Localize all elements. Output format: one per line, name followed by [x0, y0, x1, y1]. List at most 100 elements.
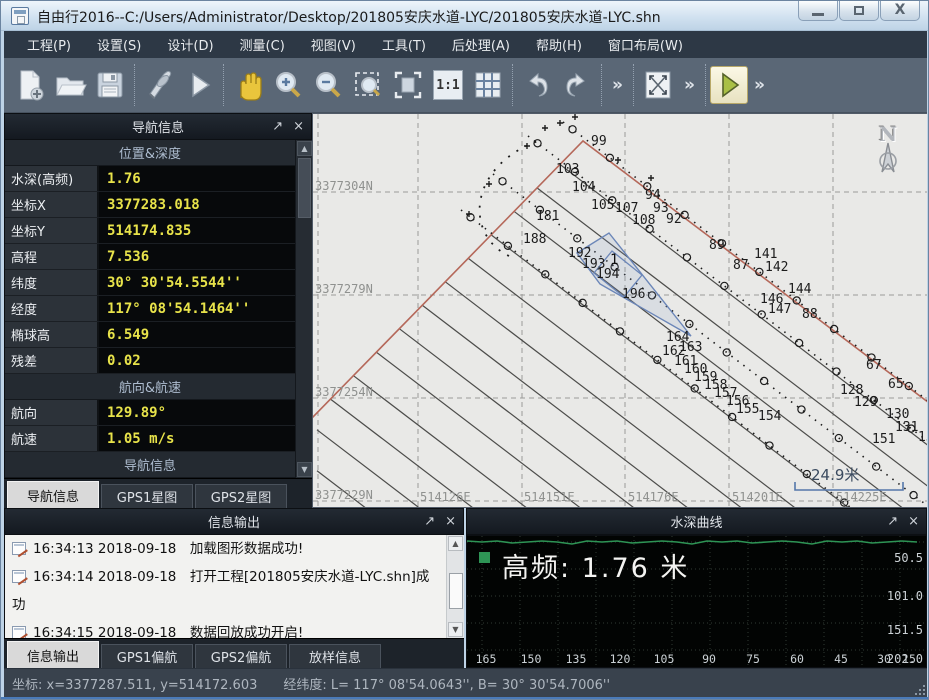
menu-item-5[interactable]: 视图(V)	[298, 31, 369, 58]
grid-toggle-button[interactable]	[468, 65, 508, 105]
minimize-button[interactable]	[798, 1, 838, 21]
info-panel-header[interactable]: 信息输出 ↗ ×	[4, 508, 464, 535]
menu-item-2[interactable]: 设置(S)	[84, 31, 154, 58]
svg-text:50.5: 50.5	[894, 551, 923, 565]
replay-play-button[interactable]	[179, 65, 219, 105]
close-button[interactable]: X	[880, 1, 920, 21]
toolbar-overflow-chevron[interactable]: »	[606, 75, 629, 95]
open-folder-button[interactable]	[50, 65, 90, 105]
scroll-down-icon[interactable]: ▼	[448, 622, 463, 637]
menu-item-4[interactable]: 测量(C)	[227, 31, 298, 58]
log-entry: 16:34:15 2018-09-18 数据回放成功开启!	[5, 619, 437, 638]
info-tab-3[interactable]: GPS2偏航	[195, 644, 287, 668]
nav-data-row: 水深(高频)1.76	[5, 166, 295, 192]
nav-data-row: 航向129.89°	[5, 400, 295, 426]
fit-view-button[interactable]	[388, 65, 428, 105]
nav-field-value: 30° 30'54.5544''	[99, 270, 295, 295]
sounding-point-label: 103	[556, 162, 579, 177]
svg-text:151.5: 151.5	[887, 623, 923, 637]
log-scrollbar[interactable]: ▲ ▼	[446, 535, 464, 638]
sounding-point-label: 105	[591, 198, 614, 213]
fit-view-icon	[391, 68, 425, 102]
fullscreen-expand-button[interactable]	[638, 65, 678, 105]
menu-item-9[interactable]: 窗口布局(W)	[595, 31, 696, 58]
save-button[interactable]	[90, 65, 130, 105]
zoom-window-button[interactable]	[348, 65, 388, 105]
zoom-out-button[interactable]	[308, 65, 348, 105]
svg-text:45: 45	[834, 652, 848, 666]
nav-tab-3[interactable]: GPS2星图	[195, 484, 287, 508]
nav-tab-2[interactable]: GPS1星图	[101, 484, 193, 508]
nav-data-row: 椭球高6.549	[5, 322, 295, 348]
sounding-point-label: 67	[866, 358, 882, 373]
sounding-point-label: 131	[895, 420, 918, 435]
nav-field-value: 7.536	[99, 244, 295, 269]
pan-hand-button[interactable]	[228, 65, 268, 105]
toolbar-overflow-chevron[interactable]: »	[748, 75, 771, 95]
message-log[interactable]: 16:34:13 2018-09-18 加载图形数据成功!16:34:14 20…	[4, 535, 464, 638]
app-window: 自由行2016--C:/Users/Administrator/Desktop/…	[0, 0, 929, 700]
nav-panel-header[interactable]: 导航信息 ↗ ×	[4, 113, 312, 140]
float-panel-icon[interactable]: ↗	[424, 514, 435, 530]
nav-section-header: 航向&航速	[5, 374, 295, 400]
scale-bar-label: 24.9米	[811, 464, 859, 485]
sounding-point-label: 13	[918, 430, 927, 445]
info-tab-4[interactable]: 放样信息	[289, 644, 381, 668]
sounding-point-label: 99	[591, 134, 607, 149]
scroll-down-icon[interactable]: ▼	[297, 462, 312, 477]
nav-field-value: 117° 08'54.1464''	[99, 296, 295, 321]
menu-item-8[interactable]: 帮助(H)	[523, 31, 595, 58]
svg-text:135: 135	[566, 652, 587, 666]
depth-panel-header[interactable]: 水深曲线 ↗ ×	[466, 508, 927, 535]
log-entry-icon	[12, 626, 26, 638]
menu-item-1[interactable]: 工程(P)	[14, 31, 84, 58]
float-panel-icon[interactable]: ↗	[272, 119, 283, 135]
zoom-out-icon	[311, 68, 345, 102]
one-to-one-button[interactable]: 1:1	[428, 65, 468, 105]
menu-item-6[interactable]: 工具(T)	[369, 31, 439, 58]
menu-item-3[interactable]: 设计(D)	[154, 31, 226, 58]
sounding-point-label: 181	[536, 209, 559, 224]
redo-button[interactable]	[557, 65, 597, 105]
map-view[interactable]: N 24.9米 1 3377304N3377279N3377254N337722…	[312, 113, 927, 508]
toolbar-separator	[512, 64, 513, 106]
info-tab-1[interactable]: 信息输出	[7, 641, 99, 668]
info-tab-2[interactable]: GPS1偏航	[101, 644, 193, 668]
svg-text:150: 150	[521, 652, 542, 666]
nav-field-label: 航速	[5, 426, 99, 451]
toolbar-separator	[134, 64, 135, 106]
nav-info-table: 位置&深度水深(高频)1.76坐标X3377283.018坐标Y514174.8…	[4, 140, 312, 478]
restore-button[interactable]	[839, 1, 879, 21]
scroll-up-icon[interactable]: ▲	[297, 141, 312, 156]
sounding-point-label: 144	[788, 282, 811, 297]
toolbar-overflow-chevron[interactable]: »	[678, 75, 701, 95]
nav-field-label: 经度	[5, 296, 99, 321]
svg-text:90: 90	[702, 652, 716, 666]
nav-scrollbar[interactable]: ▲ ▼	[295, 140, 312, 478]
playback-active-button[interactable]	[710, 66, 748, 104]
resize-grip[interactable]	[913, 683, 925, 695]
menu-item-7[interactable]: 后处理(A)	[439, 31, 523, 58]
close-panel-icon[interactable]: ×	[293, 119, 304, 135]
scroll-thumb[interactable]	[298, 158, 311, 218]
design-pen-button[interactable]	[139, 65, 179, 105]
close-panel-icon[interactable]: ×	[445, 514, 456, 530]
zoom-in-button[interactable]	[268, 65, 308, 105]
toolbar-separator	[223, 64, 224, 106]
close-panel-icon[interactable]: ×	[908, 514, 919, 530]
nav-field-label: 水深(高频)	[5, 166, 99, 191]
float-panel-icon[interactable]: ↗	[887, 514, 898, 530]
nav-field-label: 残差	[5, 348, 99, 373]
map-easting-label: 514201E	[732, 490, 783, 504]
new-file-button[interactable]	[10, 65, 50, 105]
scroll-up-icon[interactable]: ▲	[448, 536, 463, 551]
nav-tab-1[interactable]: 导航信息	[7, 481, 99, 508]
title-bar[interactable]: 自由行2016--C:/Users/Administrator/Desktop/…	[1, 1, 928, 31]
zoom-window-icon	[351, 68, 385, 102]
status-latlon: 经纬度: L= 117° 08'54.0643'', B= 30° 30'54.…	[283, 674, 610, 693]
map-easting-label: 514225E	[836, 490, 887, 504]
minimize-icon	[812, 13, 824, 16]
undo-button[interactable]	[517, 65, 557, 105]
scroll-thumb[interactable]	[449, 573, 463, 609]
nav-data-row: 坐标X3377283.018	[5, 192, 295, 218]
